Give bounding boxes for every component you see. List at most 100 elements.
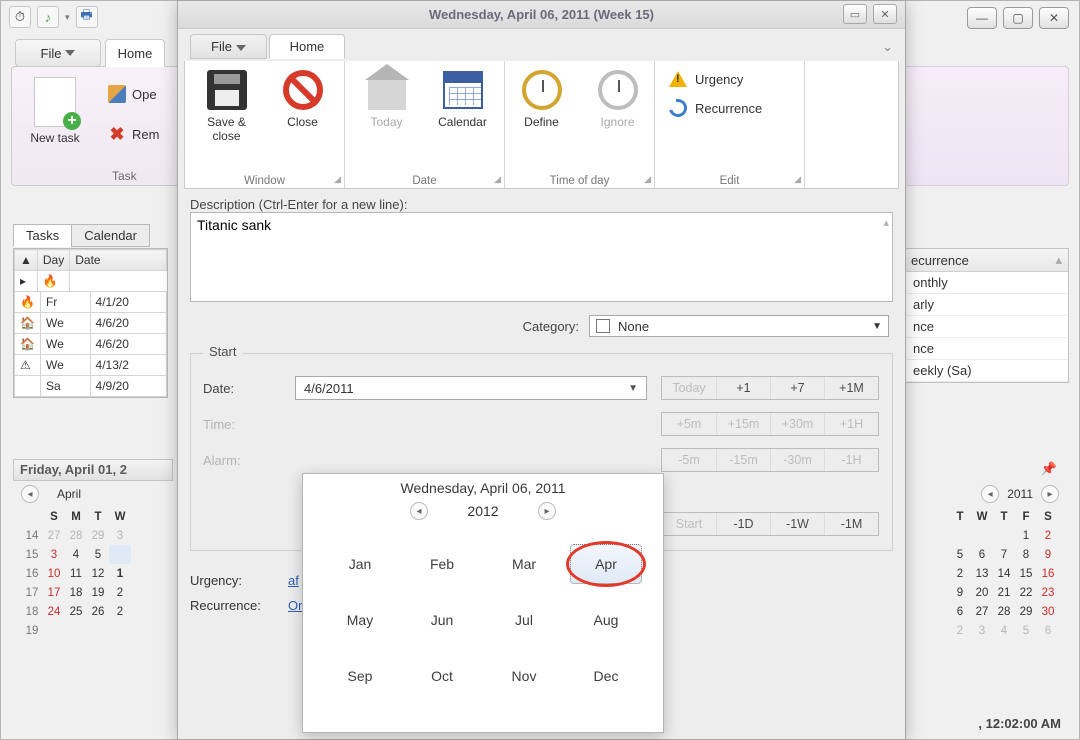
next-year-button[interactable]: ▸ — [1041, 485, 1059, 503]
table-row[interactable]: Sa4/9/20 — [15, 376, 167, 397]
quick-plus-1h[interactable]: +1H — [824, 413, 878, 435]
minimize-button[interactable]: — — [967, 7, 997, 29]
quick-minus-1d[interactable]: -1D — [716, 513, 770, 535]
open-button[interactable]: Ope — [108, 85, 157, 103]
print-icon[interactable]: 🖶 — [76, 6, 98, 28]
month-nov[interactable]: Nov — [483, 648, 565, 704]
quick-minus-1h[interactable]: -1H — [824, 449, 878, 471]
table-row[interactable]: 🏠We4/6/20 — [15, 334, 167, 355]
col-marker[interactable]: ▲ — [15, 250, 38, 271]
close-button[interactable]: ✕ — [873, 4, 897, 24]
dialog-launcher-icon[interactable]: ◢ — [794, 174, 801, 185]
month-oct[interactable]: Oct — [401, 648, 483, 704]
prev-year-button[interactable]: ◂ — [410, 502, 428, 520]
list-item[interactable]: arly — [905, 294, 1068, 316]
pin-icon[interactable]: 📌 — [1041, 461, 1057, 477]
mini-calendar-right[interactable]: ◂ 2011 ▸ TWTFS 12 56789 213141516 920212… — [949, 485, 1059, 640]
quick-plus-1m[interactable]: +1M — [824, 377, 878, 399]
month-apr[interactable]: Apr — [565, 536, 647, 592]
dialog-launcher-icon[interactable]: ◢ — [494, 174, 501, 185]
month-may[interactable]: May — [319, 592, 401, 648]
month-jun[interactable]: Jun — [401, 592, 483, 648]
next-year-button[interactable]: ▸ — [538, 502, 556, 520]
list-item[interactable]: eekly (Sa) — [905, 360, 1068, 382]
table-row[interactable]: ▸🔥 — [15, 271, 167, 292]
recurrence-panel: ecurrence▴ onthly arly nce nce eekly (Sa… — [904, 248, 1069, 383]
house-icon: 🏠 — [15, 334, 41, 355]
quick-plus-7[interactable]: +7 — [770, 377, 824, 399]
save-close-button[interactable]: Save & close — [196, 69, 258, 143]
music-icon[interactable]: ♪ — [37, 6, 59, 28]
table-row[interactable]: 🏠We4/6/20 — [15, 313, 167, 334]
scroll-up-icon[interactable]: ▴ — [883, 216, 889, 229]
save-icon — [207, 70, 247, 110]
quick-plus-1[interactable]: +1 — [716, 377, 770, 399]
alarm-label: Alarm: — [203, 453, 281, 468]
list-item[interactable]: nce — [905, 316, 1068, 338]
prev-year-button[interactable]: ◂ — [981, 485, 999, 503]
collapse-ribbon-button[interactable]: ⌄ — [882, 39, 893, 55]
quick-minus-15m[interactable]: -15m — [716, 449, 770, 471]
urgency-link[interactable]: af — [288, 573, 299, 588]
remove-button[interactable]: ✖ Rem — [108, 125, 159, 143]
month-jan[interactable]: Jan — [319, 536, 401, 592]
mini-calendar-left[interactable]: ◂ April SMTW 142728293 15345 161011121 1… — [21, 485, 131, 640]
category-select[interactable]: None ▼ — [589, 315, 889, 337]
quick-plus-30m[interactable]: +30m — [770, 413, 824, 435]
month-mar[interactable]: Mar — [483, 536, 565, 592]
group-label: Window — [185, 175, 344, 187]
calendar-button[interactable]: Calendar — [432, 69, 494, 129]
tab-calendar[interactable]: Calendar — [71, 224, 150, 247]
quick-minus-1m[interactable]: -1M — [824, 513, 878, 535]
label: Rem — [132, 127, 159, 142]
quick-start[interactable]: Start — [662, 513, 716, 535]
dialog-launcher-icon[interactable]: ◢ — [644, 174, 651, 185]
description-input[interactable] — [190, 212, 893, 302]
tasks-grid[interactable]: ▲ Day Date ▸🔥 🔥Fr4/1/20 🏠We4/6/20 🏠We4/6… — [13, 248, 168, 398]
month-feb[interactable]: Feb — [401, 536, 483, 592]
month-jul[interactable]: Jul — [483, 592, 565, 648]
list-tabs: Tasks Calendar — [13, 224, 149, 247]
year-label: 2011 — [1007, 487, 1033, 501]
editor-file-tab[interactable]: File — [190, 34, 267, 59]
picker-year[interactable]: 2012 — [467, 503, 498, 519]
prev-month-button[interactable]: ◂ — [21, 485, 39, 503]
editor-home-tab[interactable]: Home — [269, 34, 346, 59]
maximize-button[interactable]: ▢ — [1003, 7, 1033, 29]
quick-plus-5m[interactable]: +5m — [662, 413, 716, 435]
date-input[interactable]: 4/6/2011 ▼ — [295, 376, 647, 400]
col-date[interactable]: Date — [70, 250, 167, 271]
bg-home-tab[interactable]: Home — [105, 39, 165, 67]
new-task-button[interactable]: New task — [20, 77, 90, 145]
table-row[interactable]: ⚠We4/13/2 — [15, 355, 167, 376]
define-button[interactable]: Define — [511, 69, 573, 129]
list-item[interactable]: onthly — [905, 272, 1068, 294]
dialog-launcher-icon[interactable]: ◢ — [334, 174, 341, 185]
table-row[interactable]: 🔥Fr4/1/20 — [15, 292, 167, 313]
tab-tasks[interactable]: Tasks — [13, 224, 72, 247]
month-label: April — [57, 487, 81, 501]
recurrence-button[interactable]: Recurrence — [669, 99, 762, 117]
bg-file-tab[interactable]: File — [15, 39, 101, 67]
minimize-button[interactable]: ▭ — [843, 4, 867, 24]
today-button[interactable]: Today — [356, 69, 418, 129]
quick-plus-15m[interactable]: +15m — [716, 413, 770, 435]
close-button[interactable]: ✕ — [1039, 7, 1069, 29]
close-button[interactable]: Close — [272, 69, 334, 143]
scroll-up-icon[interactable]: ▴ — [1055, 252, 1062, 268]
clock-icon[interactable]: ⏱ — [9, 6, 31, 28]
urgency-button[interactable]: Urgency — [669, 71, 743, 87]
col-day[interactable]: Day — [37, 250, 69, 271]
month-aug[interactable]: Aug — [565, 592, 647, 648]
date-label: Date: — [203, 381, 281, 396]
month-dec[interactable]: Dec — [565, 648, 647, 704]
quick-minus-5m[interactable]: -5m — [662, 449, 716, 471]
quick-today[interactable]: Today — [662, 377, 716, 399]
quick-minus-30m[interactable]: -30m — [770, 449, 824, 471]
list-item[interactable]: nce — [905, 338, 1068, 360]
month-sep[interactable]: Sep — [319, 648, 401, 704]
quick-minus-1w[interactable]: -1W — [770, 513, 824, 535]
ignore-button[interactable]: Ignore — [587, 69, 649, 129]
warning-icon — [669, 71, 687, 87]
ribbon-group-label: Task — [112, 169, 137, 183]
